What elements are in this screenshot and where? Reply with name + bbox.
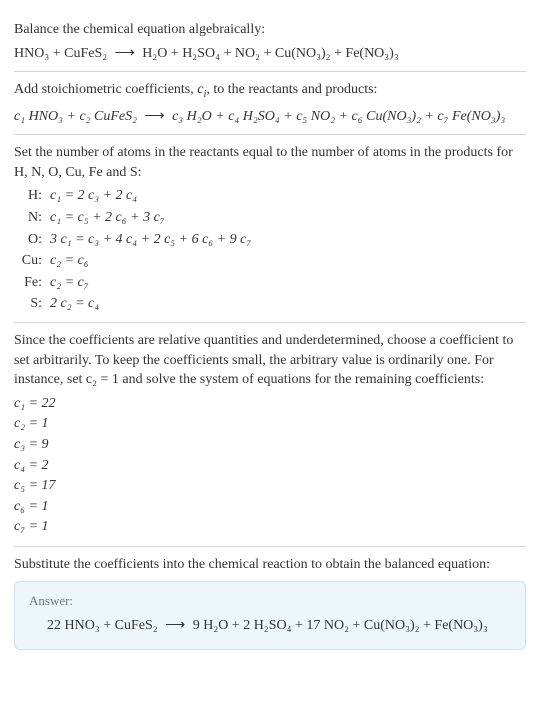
answer-lhs: 22 HNO₃ + CuFeS₂ [47, 618, 158, 633]
atom-element: Cu: [14, 251, 42, 271]
eq-lhs: HNO₃ + CuFeS₂ [14, 46, 107, 61]
add-coeffs-label: Add stoichiometric coefficients, ci, to … [14, 80, 526, 102]
solve-coeffs-label: Since the coefficients are relative quan… [14, 331, 526, 390]
atom-equation: 2 c₂ = c₄ [50, 294, 526, 314]
arrow-icon: ⟶ [165, 618, 185, 633]
section-add-coeffs: Add stoichiometric coefficients, ci, to … [14, 72, 526, 134]
section-atom-equations: Set the number of atoms in the reactants… [14, 135, 526, 322]
coeff-value: c₄ = 2 [14, 456, 526, 476]
atom-equation: c₂ = c₆ [50, 251, 526, 271]
coeff-value: c₆ = 1 [14, 497, 526, 517]
atom-element: S: [14, 294, 42, 314]
balanced-equation: 22 HNO₃ + CuFeS₂ ⟶ 9 H₂O + 2 H₂SO₄ + 17 … [29, 616, 511, 636]
atom-element: O: [14, 230, 42, 250]
eq-rhs: H₂O + H₂SO₄ + NO₂ + Cu(NO₃)₂ + Fe(NO₃)₃ [142, 46, 399, 61]
atom-element: H: [14, 186, 42, 206]
coeff-value: c₇ = 1 [14, 517, 526, 537]
coeff-value: c₂ = 1 [14, 414, 526, 434]
section-balance-intro: Balance the chemical equation algebraica… [14, 12, 526, 71]
coeff-list: c₁ = 22 c₂ = 1 c₃ = 9 c₄ = 2 c₅ = 17 c₆ … [14, 394, 526, 537]
coeff-eq-lhs: c₁ HNO₃ + c₂ CuFeS₂ [14, 109, 137, 124]
atom-equation: c₁ = c₅ + 2 c₆ + 3 c₇ [50, 208, 526, 228]
answer-label: Answer: [29, 592, 511, 610]
atom-element: N: [14, 208, 42, 228]
coeff-eq-rhs: c₃ H₂O + c₄ H₂SO₄ + c₅ NO₂ + c₆ Cu(NO₃)₂… [172, 109, 505, 124]
atom-equation: c₂ = c₇ [50, 273, 526, 293]
label-part-a: Add stoichiometric coefficients, [14, 82, 197, 97]
atom-equation: c₁ = 2 c₃ + 2 c₄ [50, 186, 526, 206]
arrow-icon: ⟶ [115, 46, 135, 61]
atom-equation-grid: H: c₁ = 2 c₃ + 2 c₄ N: c₁ = c₅ + 2 c₆ + … [14, 186, 526, 314]
coeff-value: c₅ = 17 [14, 476, 526, 496]
coeff-equation: c₁ HNO₃ + c₂ CuFeS₂ ⟶ c₃ H₂O + c₄ H₂SO₄ … [14, 107, 526, 127]
substitute-label: Substitute the coefficients into the che… [14, 555, 526, 575]
atom-eq-label: Set the number of atoms in the reactants… [14, 143, 526, 182]
answer-box: Answer: 22 HNO₃ + CuFeS₂ ⟶ 9 H₂O + 2 H₂S… [14, 581, 526, 651]
coeff-value: c₃ = 9 [14, 435, 526, 455]
atom-equation: 3 c₁ = c₃ + 4 c₄ + 2 c₅ + 6 c₆ + 9 c₇ [50, 230, 526, 250]
answer-rhs: 9 H₂O + 2 H₂SO₄ + 17 NO₂ + Cu(NO₃)₂ + Fe… [193, 618, 488, 633]
arrow-icon: ⟶ [145, 109, 165, 124]
coeff-value: c₁ = 22 [14, 394, 526, 414]
section-solve-coeffs: Since the coefficients are relative quan… [14, 323, 526, 546]
unbalanced-equation: HNO₃ + CuFeS₂ ⟶ H₂O + H₂SO₄ + NO₂ + Cu(N… [14, 44, 526, 64]
label-part-b: , to the reactants and products: [206, 82, 377, 97]
section-substitute: Substitute the coefficients into the che… [14, 547, 526, 658]
atom-element: Fe: [14, 273, 42, 293]
balance-label: Balance the chemical equation algebraica… [14, 20, 526, 40]
